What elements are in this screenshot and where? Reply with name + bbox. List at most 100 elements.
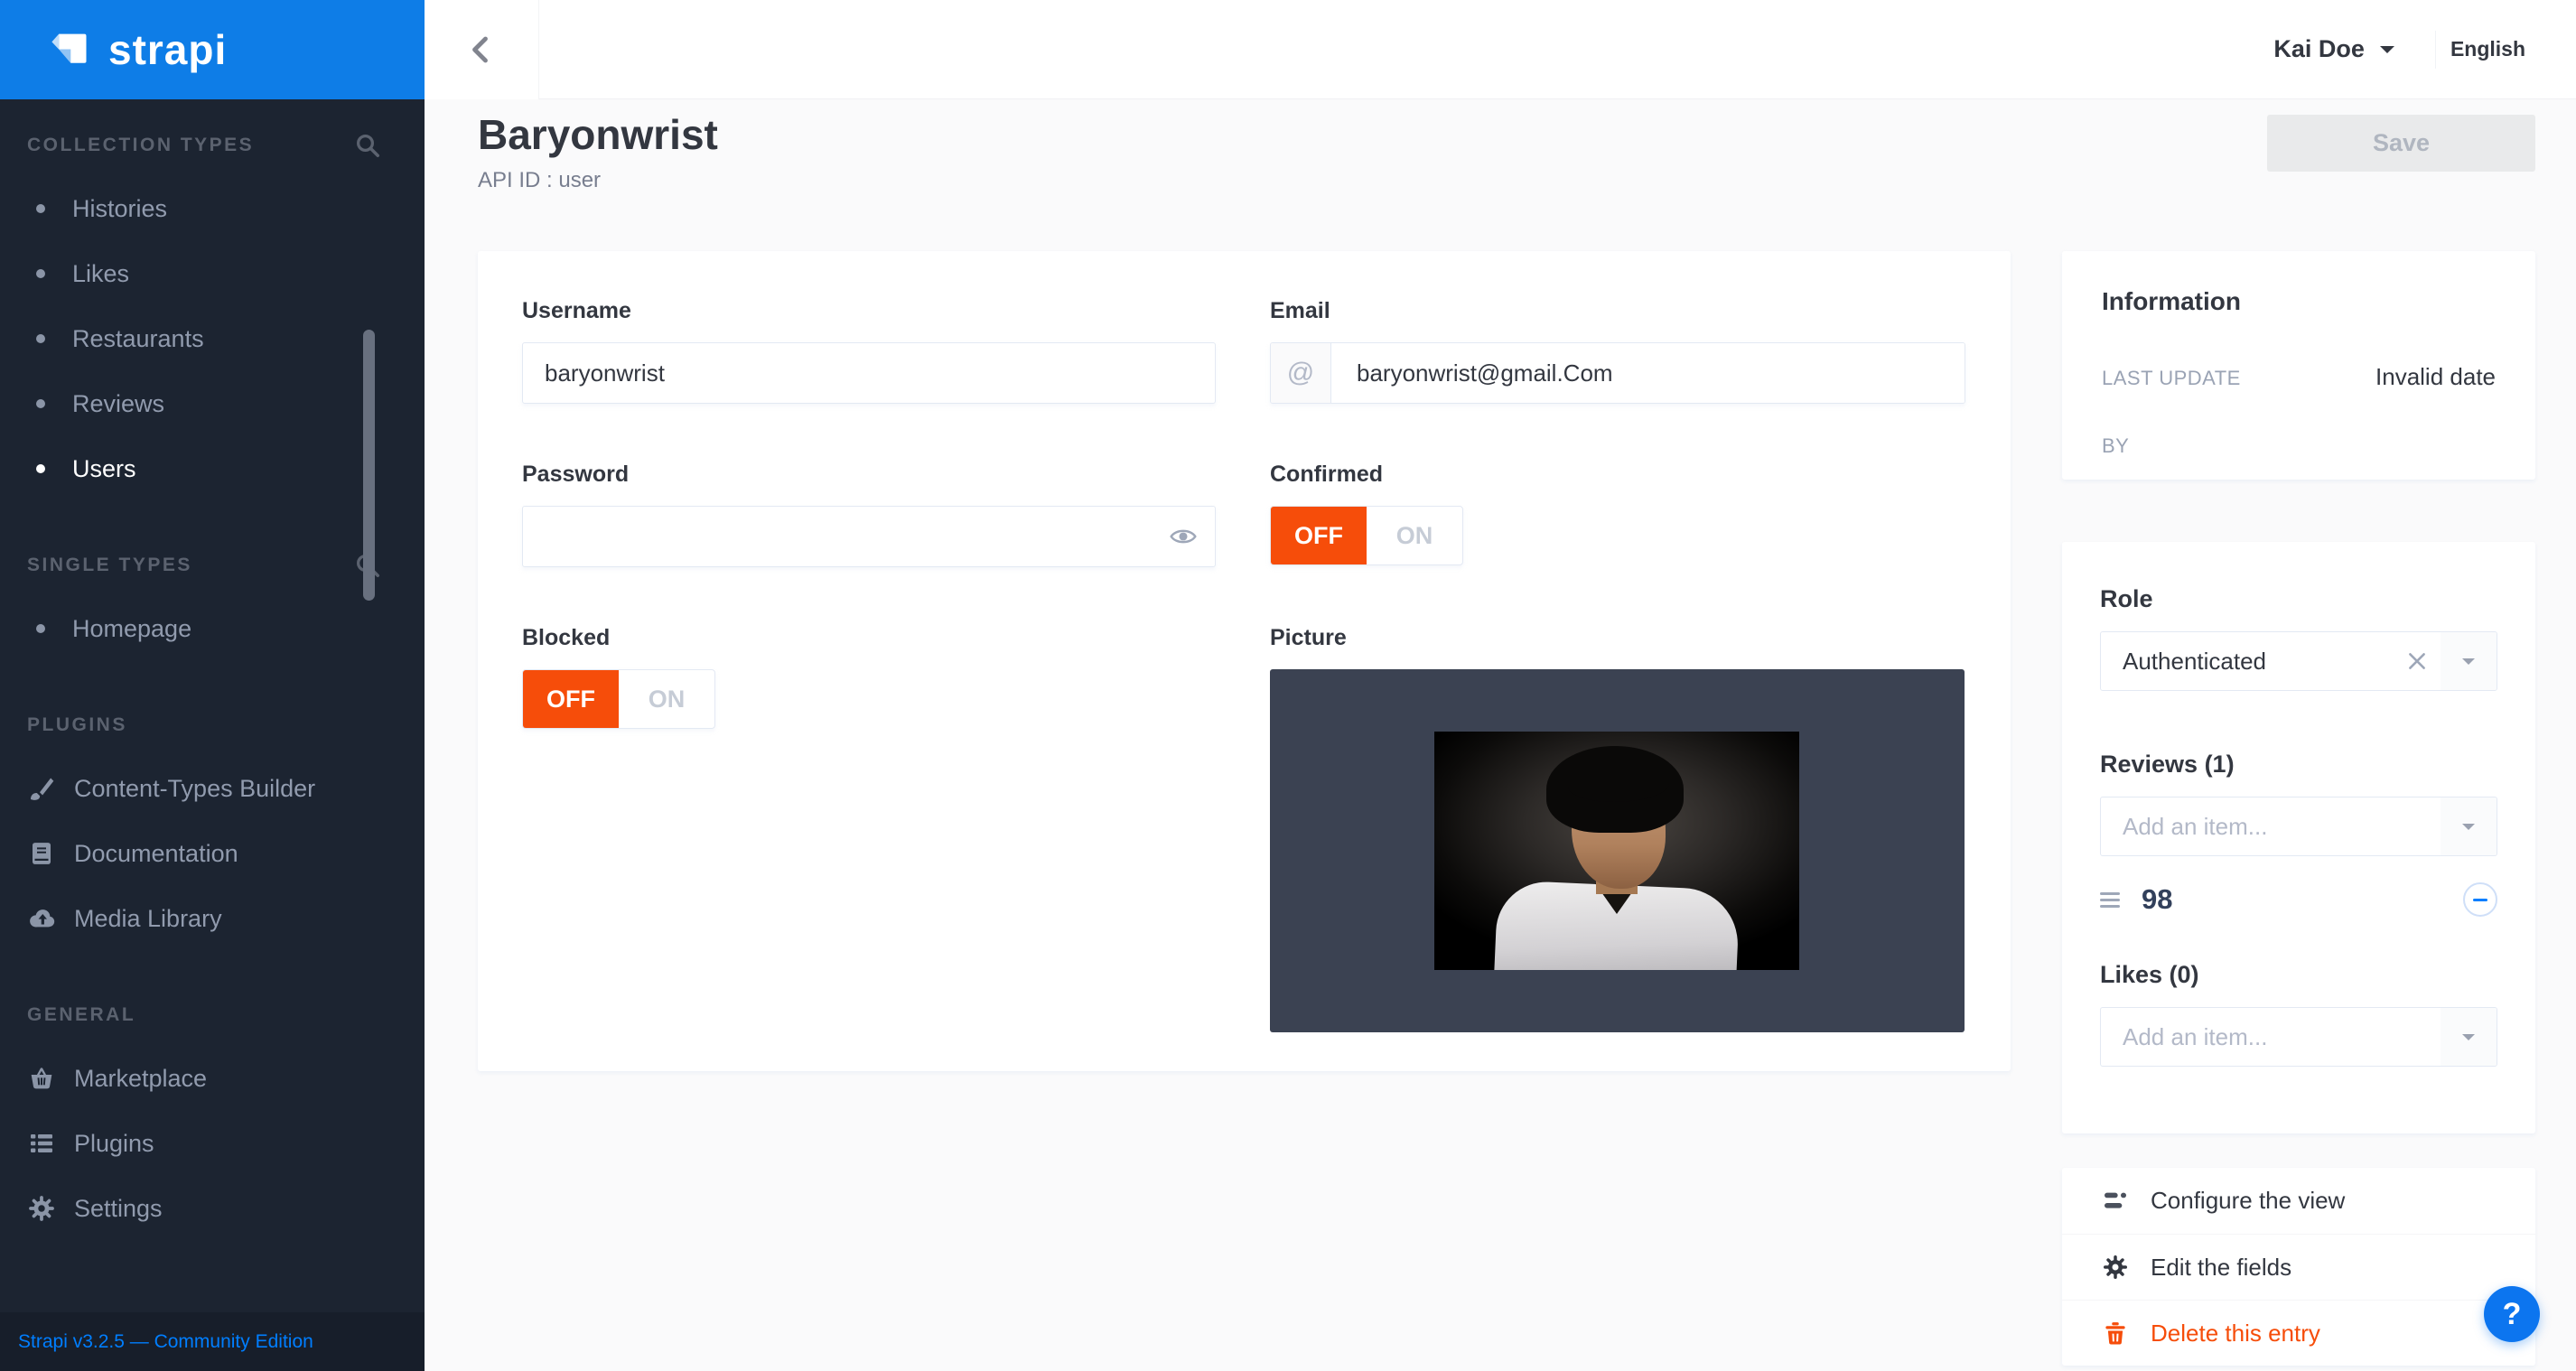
sidebar-item-histories[interactable]: Histories: [0, 176, 425, 241]
sidebar-item-reviews[interactable]: Reviews: [0, 371, 425, 436]
sidebar-nav: COLLECTION TYPES Histories Likes Restaur…: [0, 99, 425, 1241]
gear-icon: [2100, 1252, 2131, 1282]
blocked-toggle-off[interactable]: OFF: [523, 670, 619, 728]
bullet-icon: [36, 399, 45, 408]
sidebar-item-restaurants[interactable]: Restaurants: [0, 306, 425, 371]
edit-fields-label: Edit the fields: [2151, 1254, 2291, 1282]
show-password-button[interactable]: [1169, 526, 1198, 547]
version-link[interactable]: Strapi v3.2.5 — Community Edition: [18, 1331, 313, 1353]
by-row: BY: [2102, 434, 2496, 458]
collection-types-list: Histories Likes Restaurants Reviews User…: [0, 176, 425, 501]
sidebar-item-plugins[interactable]: Plugins: [0, 1111, 425, 1176]
help-button[interactable]: ?: [2484, 1286, 2540, 1342]
strapi-logo[interactable]: strapi: [0, 0, 425, 99]
brush-icon: [25, 772, 58, 805]
likes-select[interactable]: Add an item...: [2100, 1007, 2497, 1067]
sidebar-item-homepage[interactable]: Homepage: [0, 596, 425, 661]
section-title-label: COLLECTION TYPES: [27, 135, 254, 156]
entry-form-card: Username Email @ Password: [478, 251, 2011, 1071]
minus-icon: [2473, 899, 2487, 901]
book-icon: [25, 837, 58, 870]
by-label: BY: [2102, 434, 2129, 458]
language-selector[interactable]: English: [2450, 37, 2525, 61]
section-general: GENERAL: [0, 1005, 425, 1024]
single-types-list: Homepage: [0, 596, 425, 661]
user-menu[interactable]: Kai Doe: [2273, 35, 2365, 63]
review-item-value[interactable]: 98: [2142, 883, 2172, 916]
section-title-label: GENERAL: [27, 1004, 135, 1026]
password-field: Password: [522, 462, 1216, 567]
sidebar-item-content-types-builder[interactable]: Content-Types Builder: [0, 756, 425, 821]
sidebar-item-label: Marketplace: [74, 1065, 207, 1093]
confirmed-toggle-off[interactable]: OFF: [1271, 507, 1367, 564]
reviews-title: Reviews (1): [2100, 751, 2497, 779]
sidebar-item-users[interactable]: Users: [0, 436, 425, 501]
confirmed-toggle: OFF ON: [1270, 506, 1463, 565]
drag-handle-icon[interactable]: [2100, 892, 2120, 908]
confirmed-field: Confirmed OFF ON: [1270, 462, 1965, 567]
sidebar-item-label: Homepage: [72, 615, 191, 643]
blocked-field: Blocked OFF ON: [522, 625, 1216, 1032]
blocked-toggle: OFF ON: [522, 669, 715, 729]
role-select-arrow[interactable]: [2441, 632, 2497, 690]
username-input[interactable]: [522, 342, 1216, 404]
information-title: Information: [2102, 287, 2496, 316]
reviews-select[interactable]: Add an item...: [2100, 797, 2497, 856]
sidebar-item-documentation[interactable]: Documentation: [0, 821, 425, 886]
username-field: Username: [522, 298, 1216, 404]
likes-select-arrow[interactable]: [2441, 1008, 2497, 1066]
role-value: Authenticated: [2101, 648, 2266, 676]
confirmed-label: Confirmed: [1270, 462, 1965, 488]
caret-down-icon[interactable]: [2377, 43, 2397, 56]
sidebar-item-likes[interactable]: Likes: [0, 241, 425, 306]
basket-icon: [25, 1062, 58, 1095]
sidebar: strapi COLLECTION TYPES Histories Likes …: [0, 0, 425, 1371]
strapi-logo-icon: [45, 26, 92, 73]
edit-fields-action[interactable]: Edit the fields: [2062, 1234, 2535, 1300]
save-button[interactable]: Save: [2267, 115, 2535, 172]
sliders-icon: [2100, 1186, 2131, 1217]
sidebar-item-label: Histories: [72, 195, 167, 223]
sidebar-scrollbar[interactable]: [363, 330, 375, 601]
general-list: Marketplace Plugins: [0, 1046, 425, 1241]
sidebar-item-label: Likes: [72, 260, 129, 288]
section-plugins: PLUGINS: [0, 715, 425, 734]
confirmed-toggle-on[interactable]: ON: [1367, 507, 1462, 564]
sidebar-footer: Strapi v3.2.5 — Community Edition: [0, 1312, 425, 1371]
sidebar-item-settings[interactable]: Settings: [0, 1176, 425, 1241]
trash-icon: [2100, 1318, 2131, 1348]
configure-view-action[interactable]: Configure the view: [2062, 1168, 2535, 1234]
clear-role-button[interactable]: [2404, 648, 2430, 674]
password-label: Password: [522, 462, 1216, 488]
sidebar-item-media-library[interactable]: Media Library: [0, 886, 425, 951]
reviews-select-arrow[interactable]: [2441, 797, 2497, 855]
chevron-left-icon: [465, 33, 498, 66]
search-icon[interactable]: [354, 132, 381, 159]
last-update-label: LAST UPDATE: [2102, 367, 2241, 390]
back-button[interactable]: [425, 0, 539, 99]
role-select[interactable]: Authenticated: [2100, 631, 2497, 691]
sidebar-item-label: Plugins: [74, 1130, 154, 1158]
bullet-icon: [36, 269, 45, 278]
section-title-label: SINGLE TYPES: [27, 555, 192, 576]
page-title: Baryonwrist: [478, 110, 718, 159]
triangle-down-icon: [2460, 822, 2477, 832]
section-single-types: SINGLE TYPES: [0, 555, 425, 574]
remove-review-button[interactable]: [2463, 882, 2497, 917]
username-label: Username: [522, 298, 1216, 324]
email-label: Email: [1270, 298, 1965, 324]
sidebar-item-label: Content-Types Builder: [74, 775, 315, 803]
email-input[interactable]: [1331, 343, 1965, 403]
bullet-icon: [36, 204, 45, 213]
password-input[interactable]: [522, 506, 1216, 567]
x-icon: [2404, 648, 2430, 674]
sidebar-item-label: Settings: [74, 1195, 163, 1223]
topbar: Kai Doe English: [425, 0, 2576, 99]
relations-card: Role Authenticated Reviews (1) Add an it…: [2062, 542, 2535, 1133]
picture-preview[interactable]: [1270, 669, 1965, 1032]
triangle-down-icon: [2460, 657, 2477, 667]
blocked-toggle-on[interactable]: ON: [619, 670, 714, 728]
delete-entry-action[interactable]: Delete this entry: [2062, 1300, 2535, 1366]
email-field: Email @: [1270, 298, 1965, 404]
sidebar-item-marketplace[interactable]: Marketplace: [0, 1046, 425, 1111]
